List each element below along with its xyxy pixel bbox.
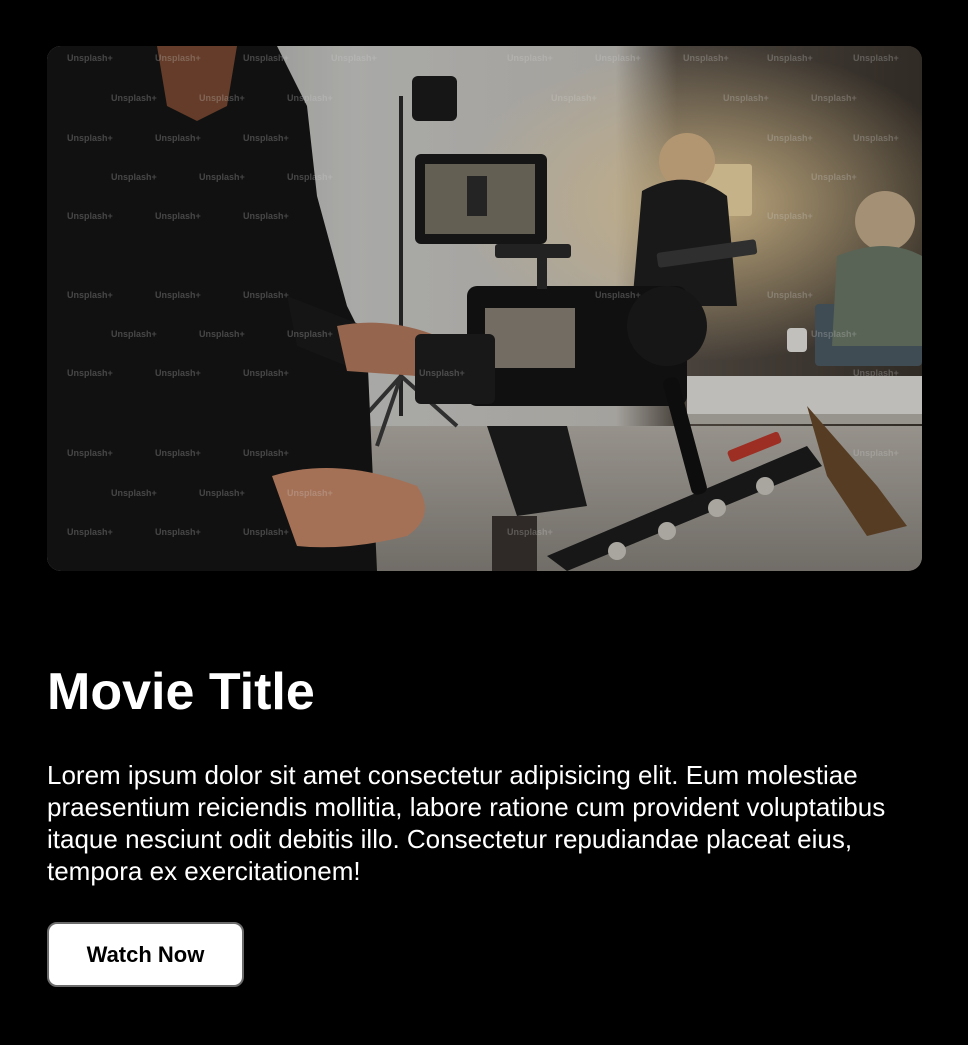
movie-title: Movie Title [47, 663, 315, 721]
watch-now-button[interactable]: Watch Now [47, 922, 244, 987]
hero-image: Unsplash+ Unsplash+ Unsplash+ Unsplash+ … [47, 46, 922, 571]
movie-description: Lorem ipsum dolor sit amet consectetur a… [47, 760, 886, 886]
page: Unsplash+ Unsplash+ Unsplash+ Unsplash+ … [0, 0, 968, 1045]
